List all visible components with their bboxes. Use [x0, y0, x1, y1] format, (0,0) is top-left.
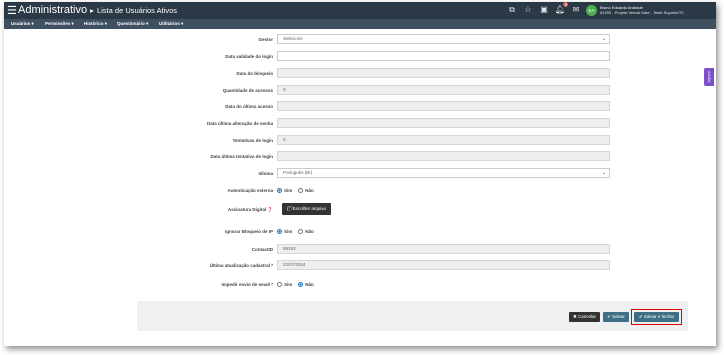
- user-company: #1299 - Projeto Venda Gate - Teste Supor…: [600, 10, 685, 15]
- chevron-down-icon: ⌄: [601, 170, 606, 176]
- impedir-envio-email-row: Impedir envio de email * Sim Não: [4, 279, 716, 290]
- data-alteracao-senha-row: Data última alteração de senha: [4, 118, 716, 129]
- impedir-email-nao-label[interactable]: Não: [305, 282, 314, 287]
- data-bloqueio-field: [277, 68, 610, 78]
- tentativas-login-label: Tentativas de login: [232, 138, 273, 143]
- data-ultimo-acesso-label: Data do último acesso: [225, 104, 273, 109]
- avatar[interactable]: EA: [586, 5, 597, 16]
- gestor-row: Gestor Selecione ⌄: [4, 34, 716, 45]
- autenticacao-sim-label[interactable]: Sim: [284, 188, 292, 193]
- data-alteracao-senha-label: Data última alteração de senha: [206, 121, 273, 126]
- ignorar-bloqueio-ip-row: Ignorar Bloqueio de IP Sim Não: [4, 226, 716, 237]
- envelope-icon[interactable]: ✉: [568, 5, 584, 15]
- top-bar: ☰ Administrativo ▸ Lista de Usuários Ati…: [4, 2, 716, 19]
- impedir-envio-email-label: Impedir envio de email *: [221, 282, 273, 287]
- idioma-value: Português (Br): [283, 170, 313, 175]
- assinatura-digital-label: Assinatura Digital ❓: [227, 207, 273, 212]
- header-icons: ⧉ ☆ ▣ 🔔︎ 8 ✉: [504, 2, 584, 15]
- data-ultima-tentativa-row: Data última tentativa de login: [4, 151, 716, 162]
- tentativas-login-field: 0: [277, 135, 610, 145]
- bell-icon[interactable]: 🔔︎ 8: [552, 2, 568, 15]
- menu-item-questionario[interactable]: Questionário ▾: [117, 21, 148, 27]
- ultima-atualizacao-field: 22/07/2024: [277, 260, 610, 270]
- data-ultimo-acesso-field: [277, 101, 610, 111]
- highlight-box: [631, 309, 682, 325]
- assinatura-digital-row: Assinatura Digital ❓: [4, 204, 716, 215]
- menu-item-permissoes[interactable]: Permissões ▾: [45, 21, 74, 27]
- contact-id-row: ContactID 99253: [4, 244, 716, 255]
- impedir-envio-email-radios: Sim Não: [277, 282, 320, 287]
- qtd-acessos-label: Quantidade de acessos: [222, 88, 273, 93]
- data-alteracao-senha-field: [277, 118, 610, 128]
- data-validade-row: Data validade do login: [4, 51, 716, 62]
- contact-id-field: 99253: [277, 244, 610, 254]
- impedir-email-sim-radio[interactable]: [277, 282, 282, 287]
- data-ultimo-acesso-row: Data do último acesso: [4, 101, 716, 112]
- ignorar-ip-nao-radio[interactable]: [298, 229, 304, 234]
- gestor-select[interactable]: Selecione ⌄: [277, 34, 610, 44]
- data-bloqueio-label: Data do bloqueio: [236, 71, 274, 76]
- tentativas-login-row: Tentativas de login 0: [4, 135, 716, 146]
- autenticacao-externa-row: Autenticação externa Sim Não: [4, 185, 716, 196]
- calendar-icon[interactable]: ▣: [536, 5, 552, 15]
- ignorar-bloqueio-ip-radios: Sim Não: [277, 229, 320, 234]
- data-ultima-tentativa-label: Data última tentativa de login: [210, 154, 273, 159]
- ultima-atualizacao-label: Última atualização cadastral *: [209, 263, 273, 268]
- autenticacao-sim-radio[interactable]: [277, 188, 282, 193]
- gestor-label: Gestor: [258, 37, 273, 42]
- ignorar-ip-sim-radio[interactable]: [277, 229, 282, 234]
- ignorar-bloqueio-ip-label: Ignorar Bloqueio de IP: [224, 229, 273, 234]
- user-info[interactable]: Bruno Eduardo Andrade #1299 - Projeto Ve…: [600, 5, 684, 15]
- menu-item-utilitarios[interactable]: Utilitários ▾: [159, 21, 183, 27]
- autenticacao-nao-radio[interactable]: [298, 188, 304, 193]
- autenticacao-externa-label: Autenticação externa: [227, 188, 273, 193]
- qtd-acessos-field: 0: [277, 85, 610, 95]
- menu-toggle-icon[interactable]: ☰: [7, 4, 17, 17]
- impedir-email-nao-radio[interactable]: [298, 282, 304, 287]
- menu-bar: Usuários ▾ Permissões ▾ Histórico ▾ Ques…: [4, 19, 716, 29]
- question-icon[interactable]: ❓: [267, 207, 273, 212]
- data-validade-label: Data validade do login: [225, 54, 273, 59]
- contact-id-label: ContactID: [251, 247, 273, 252]
- sitemap-icon[interactable]: ⧉: [504, 5, 520, 15]
- save-button[interactable]: ✔ Salvar: [603, 312, 629, 322]
- chevron-down-icon: ⌄: [601, 36, 606, 42]
- gestor-value: Selecione: [283, 36, 303, 41]
- ultima-atualizacao-row: Última atualização cadastral * 22/07/202…: [4, 260, 716, 271]
- choose-file-button[interactable]: 📁︎Escolher arquivo: [282, 203, 331, 215]
- app-window: ☰ Administrativo ▸ Lista de Usuários Ati…: [4, 2, 716, 346]
- page-title: Administrativo ▸ Lista de Usuários Ativo…: [18, 4, 178, 16]
- qtd-acessos-row: Quantidade de acessos 0: [4, 85, 716, 96]
- idioma-label: Idioma: [258, 171, 273, 176]
- menu-item-historico[interactable]: Histórico ▾: [84, 21, 107, 27]
- cancel-button[interactable]: ✖ Cancelar: [569, 312, 600, 322]
- autenticacao-nao-label[interactable]: Não: [305, 188, 314, 193]
- menu-item-usuarios[interactable]: Usuários ▾: [11, 21, 34, 27]
- star-icon[interactable]: ☆: [520, 5, 536, 15]
- data-ultima-tentativa-field: [277, 151, 610, 161]
- idioma-select[interactable]: Português (Br) ⌄: [277, 168, 610, 178]
- autenticacao-externa-radios: Sim Não: [277, 188, 320, 193]
- ignorar-ip-nao-label[interactable]: Não: [305, 229, 314, 234]
- data-validade-input[interactable]: [277, 51, 610, 61]
- idioma-row: Idioma Português (Br) ⌄: [4, 168, 716, 179]
- ignorar-ip-sim-label[interactable]: Sim: [284, 229, 292, 234]
- impedir-email-sim-label[interactable]: Sim: [284, 282, 292, 287]
- data-bloqueio-row: Data do bloqueio: [4, 68, 716, 79]
